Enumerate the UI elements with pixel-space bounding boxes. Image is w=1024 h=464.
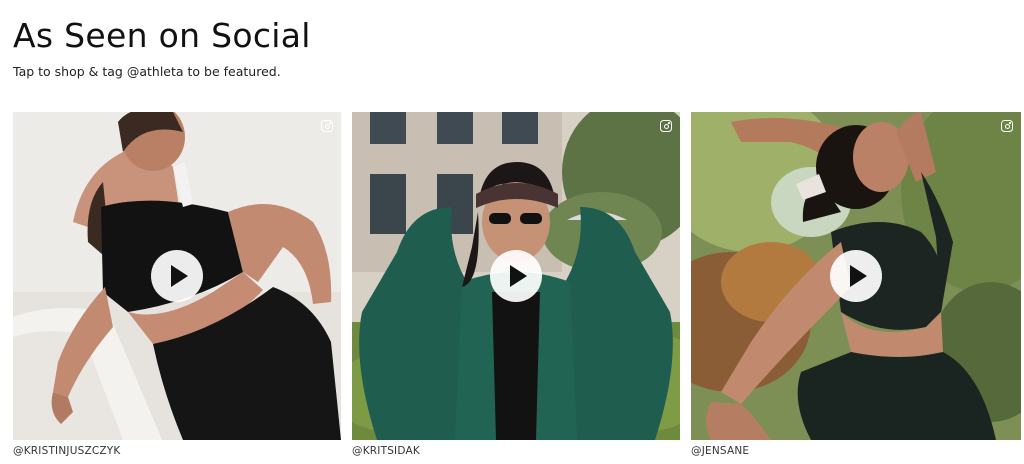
instagram-icon	[660, 120, 672, 132]
play-icon[interactable]	[830, 250, 882, 302]
instagram-icon	[321, 120, 333, 132]
post-video-thumbnail[interactable]	[13, 112, 341, 440]
post-author-handle[interactable]: @KRISTINJUSZCZYK	[13, 445, 341, 457]
play-icon[interactable]	[151, 250, 203, 302]
post-author-handle[interactable]: @JENSANE	[691, 445, 1021, 457]
post-video-thumbnail[interactable]	[352, 112, 680, 440]
play-icon[interactable]	[490, 250, 542, 302]
social-post-card[interactable]: @KRITSIDAK	[352, 112, 680, 457]
social-gallery-section: As Seen on Social Tap to shop & tag @ath…	[0, 0, 1024, 464]
section-title: As Seen on Social	[13, 16, 311, 55]
post-video-thumbnail[interactable]	[691, 112, 1021, 440]
instagram-icon	[1001, 120, 1013, 132]
social-post-card[interactable]: @JENSANE	[691, 112, 1021, 457]
social-post-card[interactable]: @KRISTINJUSZCZYK	[13, 112, 341, 457]
post-author-handle[interactable]: @KRITSIDAK	[352, 445, 680, 457]
section-subtitle: Tap to shop & tag @athleta to be feature…	[13, 64, 281, 79]
social-posts-grid: @KRISTINJUSZCZYK @KRITSIDAK @JENSANE	[13, 112, 1021, 464]
